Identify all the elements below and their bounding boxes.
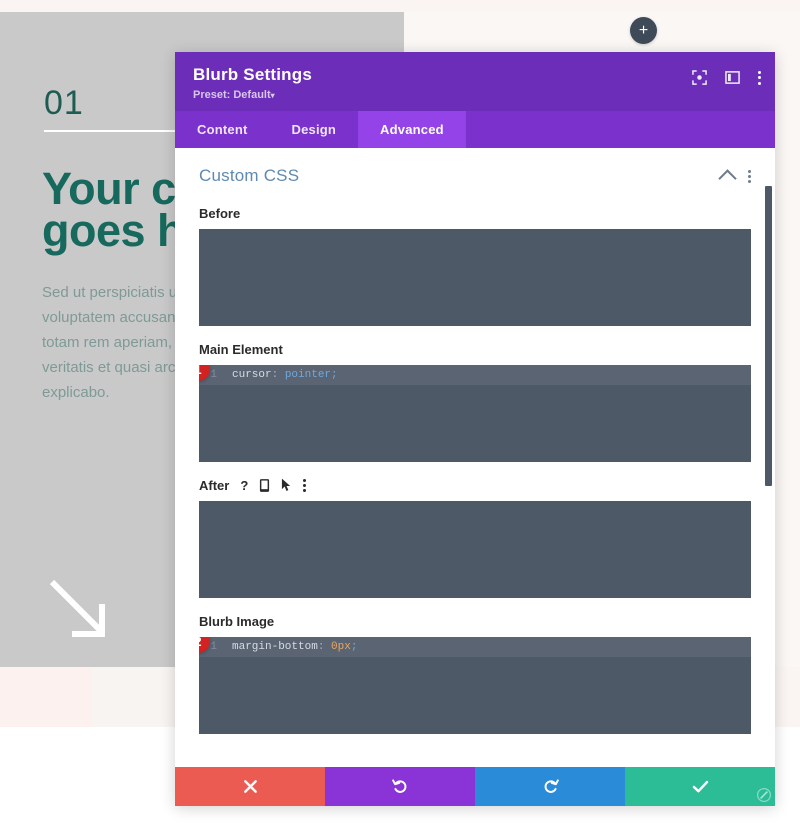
- panel-layout-icon[interactable]: [725, 70, 740, 85]
- redo-arrow-icon: [544, 779, 559, 793]
- focus-target-icon[interactable]: [692, 70, 707, 85]
- field-label-row: Blurb Image: [199, 612, 751, 630]
- code-content: margin-bottom: 0px;: [225, 641, 357, 653]
- modal-header-icons: [692, 70, 761, 85]
- code-line: 1 margin-bottom: 0px;: [199, 637, 751, 657]
- tab-advanced[interactable]: Advanced: [358, 111, 466, 148]
- close-x-icon: [243, 780, 257, 793]
- chevron-up-icon[interactable]: [718, 168, 737, 188]
- field-label-row: Before: [199, 204, 751, 222]
- preset-selector[interactable]: Preset: Default▾: [193, 89, 759, 101]
- field-label: Before: [199, 205, 241, 221]
- redo-button[interactable]: [475, 767, 625, 806]
- resize-grip-icon[interactable]: [753, 784, 775, 806]
- field-before: Before: [199, 204, 751, 326]
- kebab-menu-icon[interactable]: [748, 169, 751, 183]
- modal-title: Blurb Settings: [193, 65, 312, 84]
- tab-content[interactable]: Content: [175, 111, 270, 148]
- modal-footer: [175, 767, 775, 806]
- blurb-settings-modal: Blurb Settings Preset: Default▾ Content …: [175, 52, 775, 806]
- background-top-strip: [0, 0, 800, 12]
- css-colon: :: [317, 641, 332, 653]
- code-editor-after[interactable]: [199, 501, 751, 598]
- code-editor-before[interactable]: [199, 229, 751, 326]
- code-editor-blurb-image[interactable]: 2 1 margin-bottom: 0px;: [199, 637, 751, 734]
- field-label-row: After ?: [199, 476, 751, 494]
- css-value: 0px: [331, 641, 351, 653]
- field-main-element: Main Element 1 1 cursor: pointer;: [199, 340, 751, 462]
- css-semicolon: ;: [331, 369, 338, 381]
- tab-design[interactable]: Design: [270, 111, 359, 148]
- field-blurb-image: Blurb Image 2 1 margin-bottom: 0px;: [199, 612, 751, 734]
- scrollbar-thumb[interactable]: [765, 186, 772, 486]
- plus-icon: +: [638, 21, 649, 39]
- checkmark-icon: [692, 780, 708, 793]
- code-line: 1 cursor: pointer;: [199, 365, 751, 385]
- css-property: cursor: [232, 369, 272, 381]
- code-content: cursor: pointer;: [225, 369, 338, 381]
- field-label: Blurb Image: [199, 613, 275, 629]
- preset-label: Preset: Default: [193, 89, 271, 101]
- section-title: Custom CSS: [199, 166, 300, 185]
- field-label-row: Main Element: [199, 340, 751, 358]
- kebab-menu-icon[interactable]: [758, 70, 761, 85]
- hover-cursor-icon[interactable]: [281, 478, 292, 492]
- kebab-menu-icon[interactable]: [303, 478, 307, 492]
- cancel-button[interactable]: [175, 767, 325, 806]
- chevron-down-icon: ▾: [270, 91, 275, 100]
- section-actions: [718, 168, 751, 188]
- modal-body: Custom CSS Before Main Element 1 cursor:…: [175, 148, 775, 767]
- css-colon: :: [271, 369, 285, 381]
- undo-arrow-icon: [391, 779, 406, 793]
- arrow-down-right-icon: [49, 579, 105, 637]
- field-after: After ?: [199, 476, 751, 598]
- add-module-button[interactable]: +: [630, 17, 657, 44]
- field-label: After: [199, 477, 230, 493]
- css-property: margin-bottom: [232, 641, 318, 653]
- responsive-device-icon[interactable]: [259, 478, 270, 493]
- code-editor-main-element[interactable]: 1 1 cursor: pointer;: [199, 365, 751, 462]
- undo-button[interactable]: [325, 767, 475, 806]
- modal-tabs: Content Design Advanced: [175, 111, 775, 148]
- css-value: pointer: [284, 369, 332, 381]
- css-semicolon: ;: [350, 641, 358, 653]
- custom-css-section-header: Custom CSS: [199, 166, 751, 188]
- background-number: 01: [44, 84, 84, 122]
- modal-header: Blurb Settings Preset: Default▾: [175, 52, 775, 111]
- help-icon[interactable]: ?: [240, 478, 248, 493]
- field-label: Main Element: [199, 341, 283, 357]
